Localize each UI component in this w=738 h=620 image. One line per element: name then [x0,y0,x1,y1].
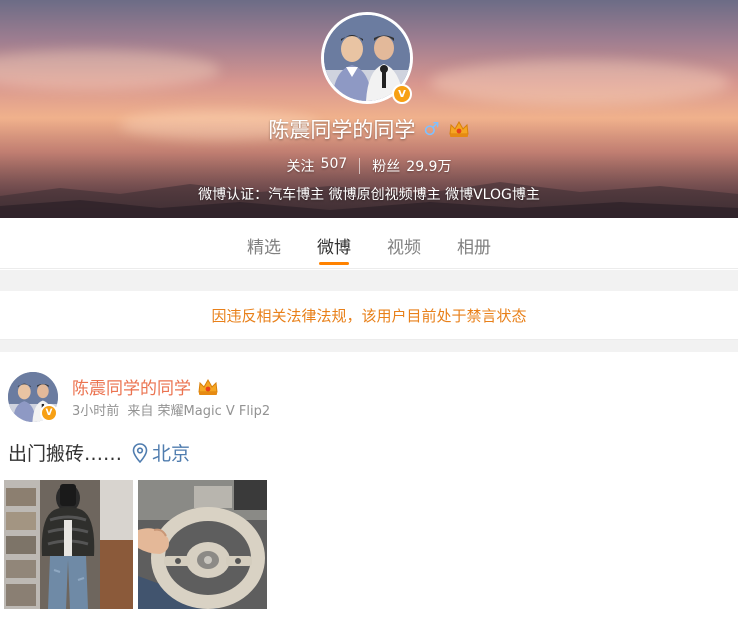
location-pin-icon [132,442,148,463]
tab-weibo[interactable]: 微博 [314,218,354,268]
stat-value: 507 [320,156,348,172]
crown-member-icon[interactable] [197,378,219,396]
post-image-2[interactable] [138,480,267,609]
post-author-name[interactable]: 陈震同学的同学 [72,374,191,399]
post-location[interactable]: 北京 [132,439,190,466]
followers-stat[interactable]: 粉丝 29.9万 [360,156,463,176]
header-cloud [430,60,730,105]
stat-label: 粉丝 [372,159,401,175]
profile-name-row: 陈震同学的同学 ♂ [0,114,738,144]
section-divider [0,270,738,291]
location-name: 北京 [152,443,191,465]
post-card[interactable]: V 陈震同学的同学 3小时前 来自 荣耀Magic V Flip2 出门搬砖……… [0,352,738,620]
stat-value: 29.9万 [406,159,452,175]
stat-label: 关注 [286,159,315,175]
following-stat[interactable]: 关注 507 [275,156,360,176]
profile-header: V 陈震同学的同学 ♂ 关注 507 粉丝 29.9万 微博认证：汽车博主 微博… [0,0,738,218]
tab-featured[interactable]: 精选 [244,218,284,268]
profile-stats: 关注 507 粉丝 29.9万 [0,156,738,176]
post-content: 出门搬砖…… 北京 [8,439,190,466]
crown-member-icon[interactable] [448,120,470,138]
post-time: 3小时前 [72,404,120,419]
post-photo [4,480,133,609]
post-source: 来自 荣耀Magic V Flip2 [127,404,271,419]
section-divider [0,340,738,352]
header-cloud [0,50,220,90]
gender-male-icon: ♂ [423,118,440,140]
post-text: 出门搬砖…… [8,443,123,465]
verified-v-icon: V [40,404,58,422]
tab-videos[interactable]: 视频 [384,218,424,268]
post-author-row: 陈震同学的同学 [72,374,219,399]
ban-notice: 因违反相关法律法规，该用户目前处于禁言状态 [0,291,738,340]
profile-name: 陈震同学的同学 [268,118,416,142]
verified-v-icon: V [392,84,412,104]
post-photo [138,480,267,609]
post-meta: 3小时前 来自 荣耀Magic V Flip2 [72,400,270,419]
profile-tabs: 精选 微博 视频 相册 [0,218,738,269]
tab-album[interactable]: 相册 [454,218,494,268]
post-image-1[interactable] [4,480,133,609]
verification-text: 微博认证：汽车博主 微博原创视频博主 微博VLOG博主 [198,187,540,203]
